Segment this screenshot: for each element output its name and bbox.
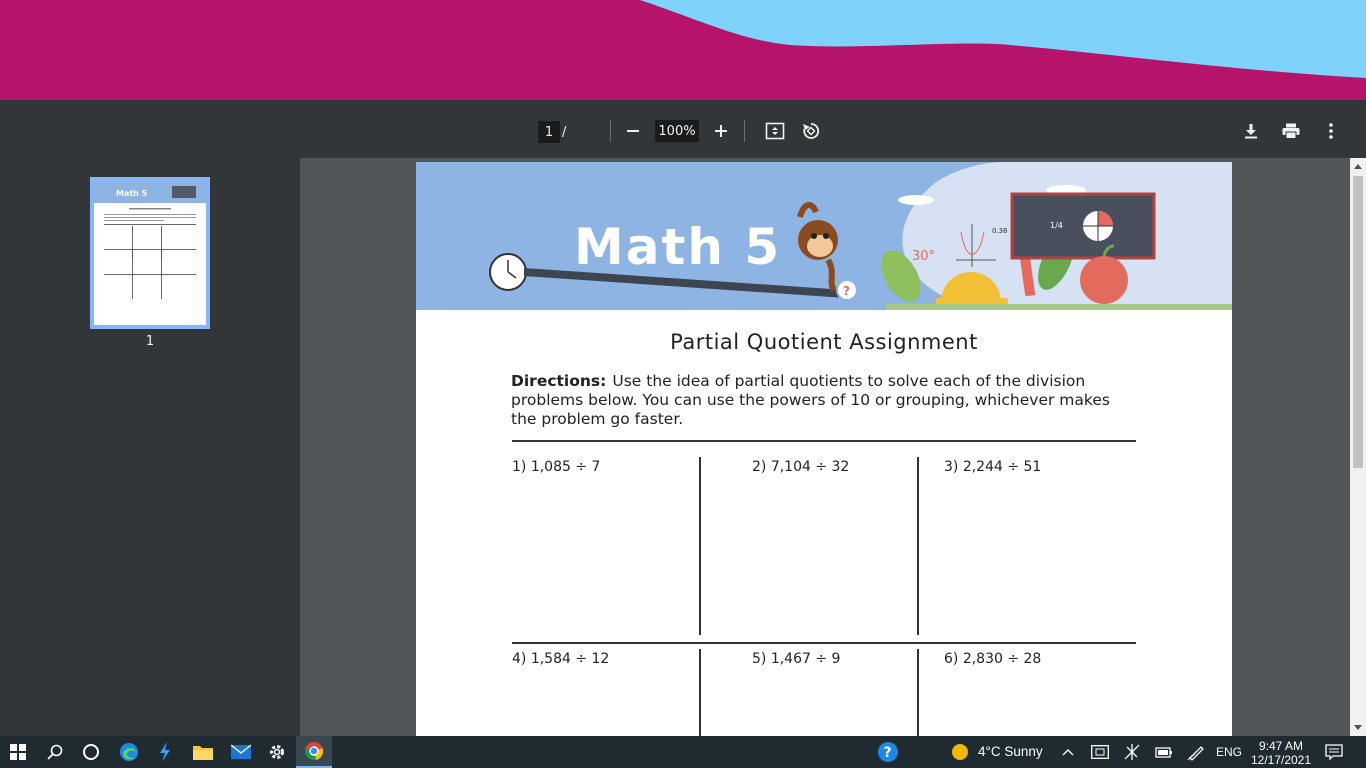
edge-browser-icon — [120, 743, 138, 761]
fit-page-icon — [765, 122, 785, 140]
column-divider — [699, 457, 701, 635]
action-center-button[interactable] — [1320, 736, 1348, 768]
chrome-browser-icon — [305, 742, 324, 761]
svg-text:?: ? — [884, 745, 892, 761]
svg-text:?: ? — [843, 284, 850, 298]
printer-icon — [1282, 123, 1300, 139]
zoom-level-value: 100% — [658, 123, 696, 139]
banner-title: Math 5 — [574, 218, 782, 276]
pen-icon — [1187, 746, 1204, 761]
download-icon — [1245, 124, 1257, 139]
sun-icon — [952, 744, 968, 760]
problem-3: 3) 2,244 ÷ 51 — [944, 459, 1042, 475]
worksheet-title: Partial Quotient Assignment — [670, 330, 978, 354]
pdf-page: ? 30° 0.36 1/4 Math 5 Partial Quotient A… — [416, 162, 1232, 736]
problem-2: 2) 7,104 ÷ 32 — [752, 459, 850, 475]
print-button[interactable] — [1278, 118, 1304, 144]
network-tray-button[interactable] — [1120, 736, 1144, 768]
start-button[interactable] — [4, 736, 32, 768]
plus-icon — [715, 125, 727, 137]
battery-icon — [1155, 747, 1172, 758]
battery-tray-button[interactable] — [1152, 736, 1176, 768]
banner-fraction-label: 1/4 — [1050, 221, 1063, 230]
minus-icon — [627, 130, 639, 132]
show-hidden-icons-button[interactable] — [1058, 736, 1078, 768]
section-divider — [512, 440, 1136, 442]
weather-text[interactable]: 4°C Sunny — [978, 736, 1043, 768]
system-clock[interactable]: 9:47 AM 12/17/2021 — [1246, 739, 1316, 767]
page-number-input[interactable]: 1 — [538, 121, 560, 143]
banner-illustration: ? 30° 0.36 1/4 — [489, 162, 1232, 310]
chrome-taskbar-button[interactable] — [296, 736, 332, 768]
caret-up-icon — [1354, 164, 1362, 169]
thumbnail-sidebar: Math 5 1 — [0, 158, 300, 736]
scroll-up-button[interactable] — [1350, 158, 1366, 174]
lightning-icon — [160, 742, 170, 762]
chevron-up-icon — [1062, 749, 1074, 756]
scroll-down-button[interactable] — [1350, 720, 1366, 736]
pdf-toolbar: 1 / 100% — [0, 100, 1366, 158]
banner-angle-label: 30° — [912, 249, 935, 264]
vertical-scrollbar[interactable] — [1350, 158, 1366, 736]
page-number-value: 1 — [544, 124, 554, 140]
fit-to-page-button[interactable] — [762, 118, 788, 144]
column-divider — [917, 457, 919, 635]
problem-1: 1) 1,085 ÷ 7 — [512, 459, 601, 475]
thumbnail-page-number: 1 — [145, 334, 155, 349]
windows-taskbar: ? 4°C Sunny ENG 9:47 AM 12/17/2021 — [0, 736, 1366, 768]
toolbar-divider — [744, 120, 745, 142]
meet-now-tray-button[interactable] — [1088, 736, 1112, 768]
page-separator: / — [562, 124, 567, 140]
notification-icon — [1325, 744, 1343, 760]
worksheet-banner: ? 30° 0.36 1/4 Math 5 — [416, 162, 1232, 310]
mail-taskbar-button[interactable] — [228, 736, 254, 768]
search-button[interactable] — [42, 736, 68, 768]
cortana-button[interactable] — [78, 736, 104, 768]
zoom-level-input[interactable]: 100% — [655, 120, 699, 142]
zoom-in-button[interactable] — [708, 118, 734, 144]
camera-tray-icon — [1091, 745, 1109, 759]
pen-tray-button[interactable] — [1184, 736, 1208, 768]
edge-taskbar-button[interactable] — [116, 736, 142, 768]
problem-5: 5) 1,467 ÷ 9 — [752, 651, 841, 667]
file-explorer-taskbar-button[interactable] — [190, 736, 216, 768]
clock-date: 12/17/2021 — [1250, 753, 1312, 767]
scrollbar-thumb[interactable] — [1353, 176, 1363, 468]
more-actions-button[interactable] — [1318, 118, 1344, 144]
clock-time: 9:47 AM — [1258, 739, 1304, 753]
banner-decimal-label: 0.36 — [992, 227, 1008, 235]
page-thumbnail[interactable]: Math 5 — [90, 177, 210, 329]
directions-paragraph: Directions: Use the idea of partial quoti… — [511, 372, 1131, 429]
directions-label: Directions: — [511, 372, 607, 390]
folder-icon — [193, 746, 213, 760]
gear-icon — [270, 745, 284, 759]
column-divider — [917, 649, 919, 736]
caret-down-icon — [1354, 725, 1362, 730]
rotate-button[interactable] — [798, 118, 824, 144]
windows-logo-icon — [10, 744, 26, 760]
network-icon — [1124, 744, 1140, 760]
problem-6: 6) 2,830 ÷ 28 — [944, 651, 1042, 667]
column-divider — [699, 649, 701, 736]
toolbar-divider — [610, 120, 611, 142]
page-thumbnail-preview: Math 5 — [94, 181, 206, 299]
power-automate-taskbar-button[interactable] — [152, 736, 178, 768]
download-button[interactable] — [1238, 118, 1264, 144]
problem-4: 4) 1,584 ÷ 12 — [512, 651, 610, 667]
weather-widget[interactable] — [948, 736, 972, 768]
more-vertical-icon — [1329, 123, 1333, 139]
mail-icon — [231, 744, 251, 759]
help-question-icon: ? — [878, 742, 898, 762]
help-taskbar-button[interactable]: ? — [874, 736, 902, 768]
zoom-out-button[interactable] — [620, 118, 646, 144]
row-divider — [512, 642, 1136, 644]
settings-taskbar-button[interactable] — [264, 736, 290, 768]
cortana-circle-icon — [83, 744, 99, 760]
search-icon — [47, 744, 63, 760]
pdf-viewer: ? 30° 0.36 1/4 Math 5 Partial Quotient A… — [300, 158, 1350, 736]
thumbnail-banner-text: Math 5 — [116, 189, 148, 198]
input-language-indicator[interactable]: ENG — [1216, 736, 1242, 768]
rotate-icon — [803, 123, 820, 139]
